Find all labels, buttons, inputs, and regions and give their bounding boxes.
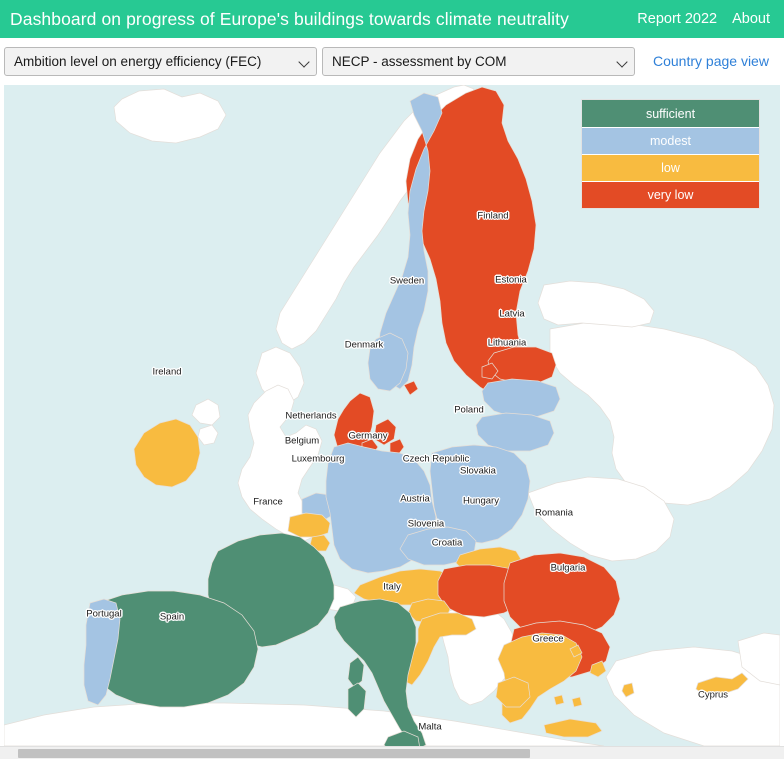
- legend-item-very-low[interactable]: very low: [582, 181, 759, 208]
- page-title: Dashboard on progress of Europe's buildi…: [10, 8, 569, 29]
- dashboard-app: Dashboard on progress of Europe's buildi…: [0, 0, 784, 759]
- map-legend: sufficient modest low very low: [581, 99, 760, 209]
- control-bar: Ambition level on energy efficiency (FEC…: [0, 38, 784, 84]
- country-shape-estonia: [487, 346, 557, 384]
- horizontal-scrollbar[interactable]: [0, 746, 784, 759]
- header-nav: Report 2022 About: [637, 11, 770, 27]
- country-shape-greece-isl4: [571, 696, 583, 708]
- nav-link-report-2022[interactable]: Report 2022: [637, 11, 717, 27]
- country-shape-greece-pelop: [495, 676, 531, 708]
- legend-item-modest[interactable]: modest: [582, 127, 759, 154]
- legend-label-sufficient: sufficient: [645, 106, 696, 121]
- legend-label-low: low: [661, 161, 680, 175]
- app-header: Dashboard on progress of Europe's buildi…: [0, 0, 784, 38]
- legend-label-very-low: very low: [647, 188, 694, 202]
- legend-label-modest: modest: [650, 134, 691, 148]
- indicator-select-wrap: Ambition level on energy efficiency (FEC…: [4, 46, 317, 76]
- horizontal-scrollbar-thumb[interactable]: [18, 749, 530, 758]
- source-select-wrap: NECP - assessment by COM: [322, 46, 635, 76]
- country-page-view-link[interactable]: Country page view: [653, 53, 769, 69]
- country-shape-greece-isl3: [553, 694, 565, 706]
- legend-item-low[interactable]: low: [582, 154, 759, 181]
- source-select[interactable]: NECP - assessment by COM: [322, 46, 635, 76]
- nav-link-about[interactable]: About: [732, 11, 770, 27]
- legend-item-sufficient[interactable]: sufficient: [582, 100, 759, 127]
- indicator-select[interactable]: Ambition level on energy efficiency (FEC…: [4, 46, 317, 76]
- country-shape-belgium: [287, 512, 331, 538]
